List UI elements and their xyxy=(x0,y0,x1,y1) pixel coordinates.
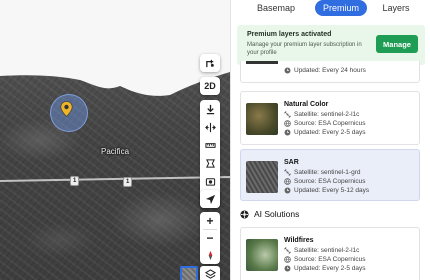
city-label: Pacifica xyxy=(101,147,130,156)
layer-source: Source: ESA Copernicus xyxy=(284,178,366,185)
road-shield: 1 xyxy=(70,176,80,186)
globe-icon xyxy=(284,178,291,185)
locate-me-button[interactable] xyxy=(200,190,220,208)
banner-title: Premium layers activated xyxy=(247,31,332,38)
download-icon xyxy=(206,104,214,114)
layer-thumbnail xyxy=(246,239,278,271)
add-location-icon xyxy=(205,59,214,67)
layer-card-partial[interactable]: Updated: Every 24 hours xyxy=(240,61,420,83)
layer-source: Source: ESA Copernicus xyxy=(284,120,366,127)
measure-button[interactable] xyxy=(200,136,220,154)
globe-icon xyxy=(284,120,291,127)
layer-thumbnail xyxy=(246,103,278,135)
ai-solutions-icon xyxy=(240,209,249,219)
layer-title: Natural Color xyxy=(284,101,329,108)
map-view[interactable]: 1 1 Pacifica 2D + − xyxy=(0,0,230,280)
layer-satellite: Satellite: sentinel-1-grd xyxy=(284,169,360,176)
source-text: Source: ESA Copernicus xyxy=(294,120,366,127)
compare-button[interactable] xyxy=(200,118,220,136)
satellite-text: Satellite: sentinel-2-l1c xyxy=(294,111,360,118)
zoom-out-button[interactable]: − xyxy=(200,230,220,247)
2d-toggle-button[interactable]: 2D xyxy=(200,77,220,95)
annotate-button[interactable] xyxy=(200,154,220,172)
ocean-area xyxy=(0,0,230,96)
source-text: Source: ESA Copernicus xyxy=(294,256,366,263)
timelapse-button[interactable] xyxy=(200,172,220,190)
update-text: Updated: Every 2-5 days xyxy=(294,129,366,136)
tab-basemap[interactable]: Basemap xyxy=(237,0,315,16)
add-location-button[interactable] xyxy=(200,54,220,72)
update-text: Updated: Every 5-12 days xyxy=(294,187,370,194)
layer-update-frequency: Updated: Every 2-5 days xyxy=(284,265,366,272)
tab-layers[interactable]: Layers xyxy=(367,0,425,16)
layer-thumbnail xyxy=(246,161,278,193)
layer-satellite: Satellite: sentinel-2-l1c xyxy=(284,111,359,118)
download-button[interactable] xyxy=(200,100,220,118)
layer-update-frequency: Updated: Every 5-12 days xyxy=(284,187,369,194)
camera-icon xyxy=(205,177,215,186)
layer-card-sar[interactable]: SAR Satellite: sentinel-1-grd Source: ES… xyxy=(240,149,420,201)
road-shield: 1 xyxy=(123,177,133,187)
navigation-arrow-icon xyxy=(205,194,215,204)
section-title-text: AI Solutions xyxy=(254,209,300,219)
zoom-control: + − xyxy=(200,212,220,264)
compass-button[interactable] xyxy=(200,247,220,264)
clock-icon xyxy=(284,265,291,272)
compass-icon xyxy=(208,250,212,261)
panel-tabs: Basemap Premium Layers xyxy=(237,0,427,16)
map-tools-top xyxy=(200,54,220,72)
clock-icon xyxy=(284,187,291,194)
layer-card-wildfires[interactable]: Wildfires Satellite: sentinel-2-l1c Sour… xyxy=(240,227,420,280)
premium-banner: Premium layers activated Manage your pre… xyxy=(237,25,425,65)
location-pin-icon[interactable] xyxy=(60,101,73,117)
update-text: Updated: Every 2-5 days xyxy=(294,265,366,272)
satellite-icon xyxy=(284,111,291,118)
manage-button[interactable]: Manage xyxy=(376,35,418,53)
source-text: Source: ESA Copernicus xyxy=(294,178,366,185)
zoom-in-button[interactable]: + xyxy=(200,212,220,229)
banner-text: Manage your premium layer subscription i… xyxy=(247,42,362,56)
basemap-thumbnail-button[interactable] xyxy=(180,266,198,280)
annotate-icon xyxy=(205,158,215,168)
layer-title: Wildfires xyxy=(284,237,314,244)
satellite-text: Satellite: sentinel-2-l1c xyxy=(294,247,360,254)
satellite-text: Satellite: sentinel-1-grd xyxy=(294,169,361,176)
satellite-icon xyxy=(284,247,291,254)
split-compare-icon xyxy=(204,122,216,132)
update-text: Updated: Every 24 hours xyxy=(294,67,366,74)
clock-icon xyxy=(284,67,291,74)
layer-card-natural-color[interactable]: Natural Color Satellite: sentinel-2-l1c … xyxy=(240,91,420,145)
ruler-icon xyxy=(204,142,216,148)
layer-update-frequency: Updated: Every 24 hours xyxy=(284,67,366,74)
globe-icon xyxy=(284,256,291,263)
layer-title: SAR xyxy=(284,159,299,166)
layer-update-frequency: Updated: Every 2-5 days xyxy=(284,129,366,136)
clock-icon xyxy=(284,129,291,136)
layer-satellite: Satellite: sentinel-2-l1c xyxy=(284,247,359,254)
layer-thumbnail xyxy=(246,61,278,64)
layers-toggle-button[interactable] xyxy=(200,266,220,280)
tab-premium[interactable]: Premium xyxy=(315,0,367,16)
layers-icon xyxy=(204,268,216,279)
layer-source: Source: ESA Copernicus xyxy=(284,256,366,263)
navigation-control xyxy=(200,190,220,208)
section-title-ai-solutions: AI Solutions xyxy=(240,209,299,219)
map-mode-control: 2D xyxy=(200,77,220,95)
layer-panel: Basemap Premium Layers Premium layers ac… xyxy=(230,0,430,280)
satellite-icon xyxy=(284,169,291,176)
